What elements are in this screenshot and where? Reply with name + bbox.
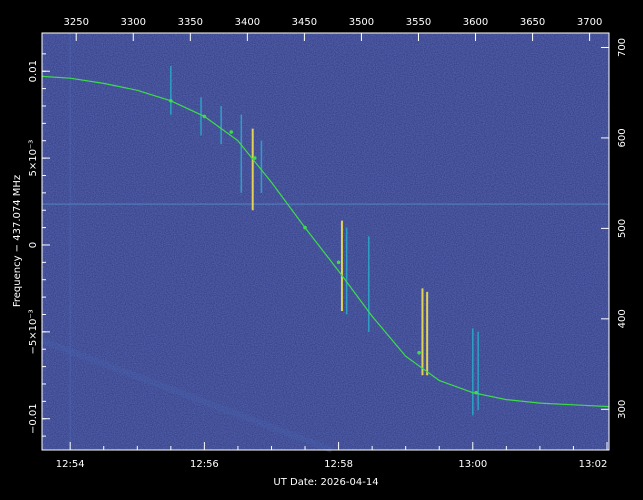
x-tick-label: 12:58 xyxy=(324,459,353,470)
curve-marker xyxy=(202,114,207,119)
plot-noise-texture xyxy=(42,33,609,450)
waterfall-chart: 12:54 12:56 12:58 13:00 13:02 3250 3300 3350 34… xyxy=(12,17,628,488)
top-tick-label: 3350 xyxy=(178,17,203,28)
x-tick-label: 13:02 xyxy=(579,459,608,470)
top-tick-label: 3400 xyxy=(235,17,260,28)
curve-marker xyxy=(252,156,257,160)
x-tick-label: 12:56 xyxy=(190,459,219,470)
top-tick-label: 3450 xyxy=(292,17,317,28)
curve-marker xyxy=(417,350,421,355)
top-tick-label: 3250 xyxy=(63,17,88,28)
curve-marker xyxy=(303,225,307,230)
top-tick-label: 3550 xyxy=(406,17,431,28)
x-axis-title: UT Date: 2026-04-14 xyxy=(273,477,378,488)
curve-marker xyxy=(169,98,173,103)
y-tick-label: 5×10⁻³ xyxy=(28,140,39,177)
top-tick-label: 3600 xyxy=(463,17,488,28)
curve-marker xyxy=(474,390,478,395)
right-tick-label: 700 xyxy=(617,38,628,57)
right-tick-label: 300 xyxy=(617,400,628,419)
right-tick-label: 500 xyxy=(617,219,628,238)
top-tick-label: 3300 xyxy=(121,17,146,28)
top-tick-label: 3700 xyxy=(577,17,602,28)
top-tick-label: 3500 xyxy=(349,17,374,28)
right-tick-label: 400 xyxy=(617,309,628,328)
x-tick-label: 13:00 xyxy=(458,459,487,470)
y-tick-label: −5×10⁻³ xyxy=(28,309,39,354)
y-tick-label: 0.01 xyxy=(28,60,39,82)
curve-marker xyxy=(229,130,234,134)
x-tick-label: 12:54 xyxy=(56,459,85,470)
top-tick-label: 3650 xyxy=(520,17,545,28)
right-tick-label: 600 xyxy=(617,128,628,147)
y-tick-label: 0 xyxy=(28,242,39,248)
curve-marker xyxy=(336,260,341,265)
y-tick-label: −0.01 xyxy=(28,403,39,434)
y-axis-title: Frequency − 437.074 MHz xyxy=(12,175,23,307)
